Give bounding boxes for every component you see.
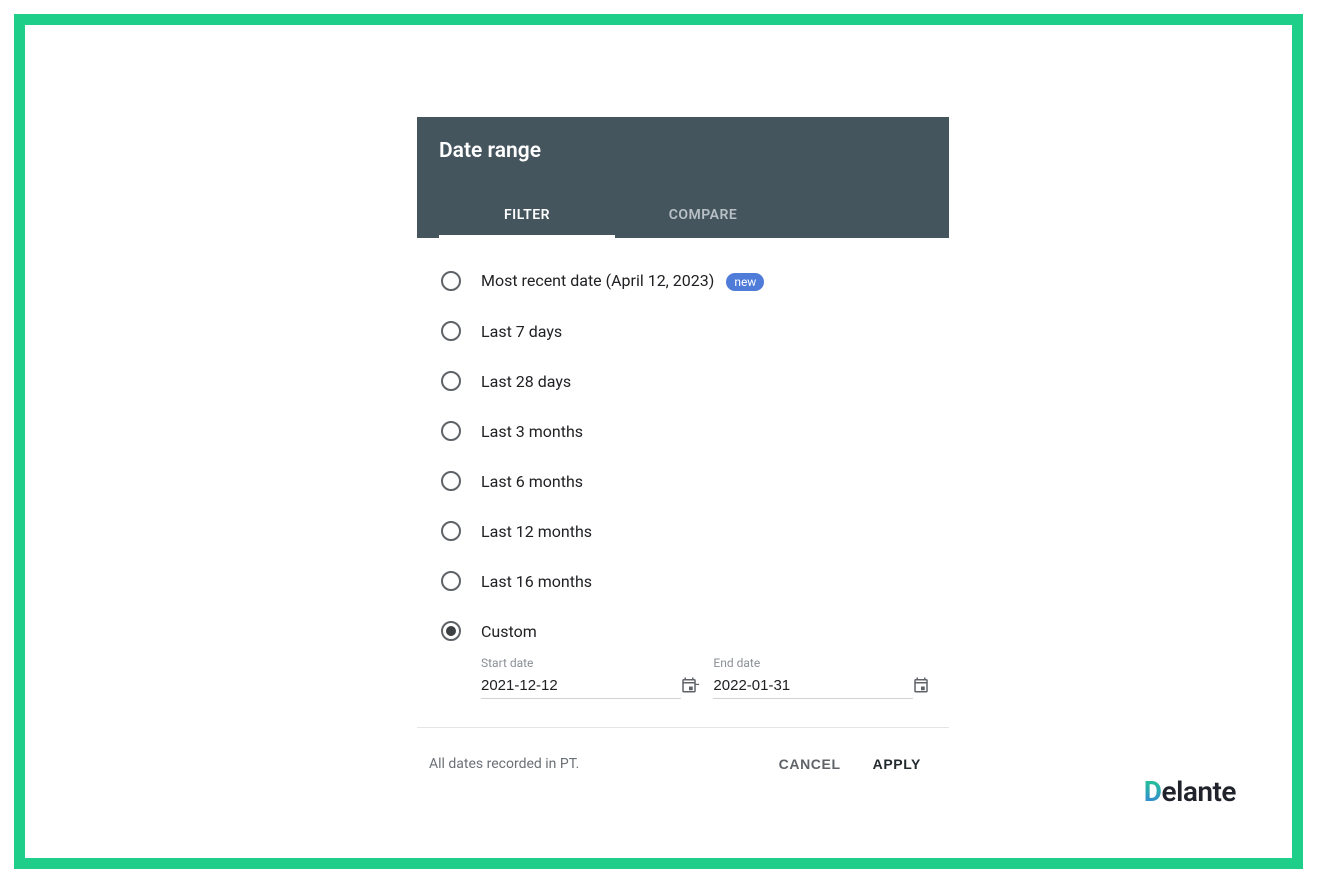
dialog-title: Date range (417, 139, 949, 173)
option-label: Custom (481, 622, 537, 641)
option-label: Last 28 days (481, 372, 571, 391)
radio-icon (441, 521, 461, 541)
radio-icon (441, 271, 461, 291)
option-last-3-months[interactable]: Last 3 months (417, 406, 949, 456)
date-range-dialog: Date range FILTER COMPARE Most recent da… (417, 117, 949, 800)
end-date-field: End date (713, 656, 913, 699)
radio-icon (441, 471, 461, 491)
logo-letter-d: D (1144, 775, 1162, 808)
calendar-icon[interactable] (912, 676, 930, 694)
start-date-label: Start date (481, 656, 681, 670)
cancel-button[interactable]: CANCEL (763, 748, 857, 780)
option-label: Last 16 months (481, 572, 592, 591)
option-last-16-months[interactable]: Last 16 months (417, 556, 949, 606)
dialog-header: Date range FILTER COMPARE (417, 117, 949, 238)
logo-rest: elante (1162, 775, 1237, 808)
radio-icon (441, 571, 461, 591)
option-label: Last 3 months (481, 422, 583, 441)
tabs: FILTER COMPARE (417, 193, 949, 238)
options-list: Most recent date (April 12, 2023) new La… (417, 238, 949, 727)
radio-icon (441, 621, 461, 641)
radio-icon (441, 321, 461, 341)
option-label: Most recent date (April 12, 2023) new (481, 271, 764, 291)
option-last-7-days[interactable]: Last 7 days (417, 306, 949, 356)
option-label: Last 12 months (481, 522, 592, 541)
timezone-note: All dates recorded in PT. (429, 756, 763, 772)
date-separator: - (695, 674, 699, 699)
new-badge: new (726, 273, 764, 291)
tab-compare[interactable]: COMPARE (615, 193, 791, 238)
option-most-recent[interactable]: Most recent date (April 12, 2023) new (417, 256, 949, 306)
option-label: Last 6 months (481, 472, 583, 491)
custom-date-fields: Start date - End date (417, 656, 949, 717)
radio-icon (441, 421, 461, 441)
option-custom[interactable]: Custom (417, 606, 949, 656)
option-last-6-months[interactable]: Last 6 months (417, 456, 949, 506)
option-last-12-months[interactable]: Last 12 months (417, 506, 949, 556)
end-date-input[interactable] (713, 677, 912, 694)
tab-filter[interactable]: FILTER (439, 193, 615, 238)
option-label: Last 7 days (481, 322, 562, 341)
dialog-footer: All dates recorded in PT. CANCEL APPLY (417, 727, 949, 800)
start-date-input[interactable] (481, 677, 680, 694)
option-last-28-days[interactable]: Last 28 days (417, 356, 949, 406)
end-date-label: End date (713, 656, 913, 670)
end-date-input-wrap[interactable] (713, 676, 913, 699)
delante-logo: Delante (1144, 775, 1236, 808)
start-date-field: Start date (481, 656, 681, 699)
apply-button[interactable]: APPLY (857, 748, 937, 780)
start-date-input-wrap[interactable] (481, 676, 681, 699)
frame-border: Date range FILTER COMPARE Most recent da… (14, 14, 1303, 869)
radio-icon (441, 371, 461, 391)
